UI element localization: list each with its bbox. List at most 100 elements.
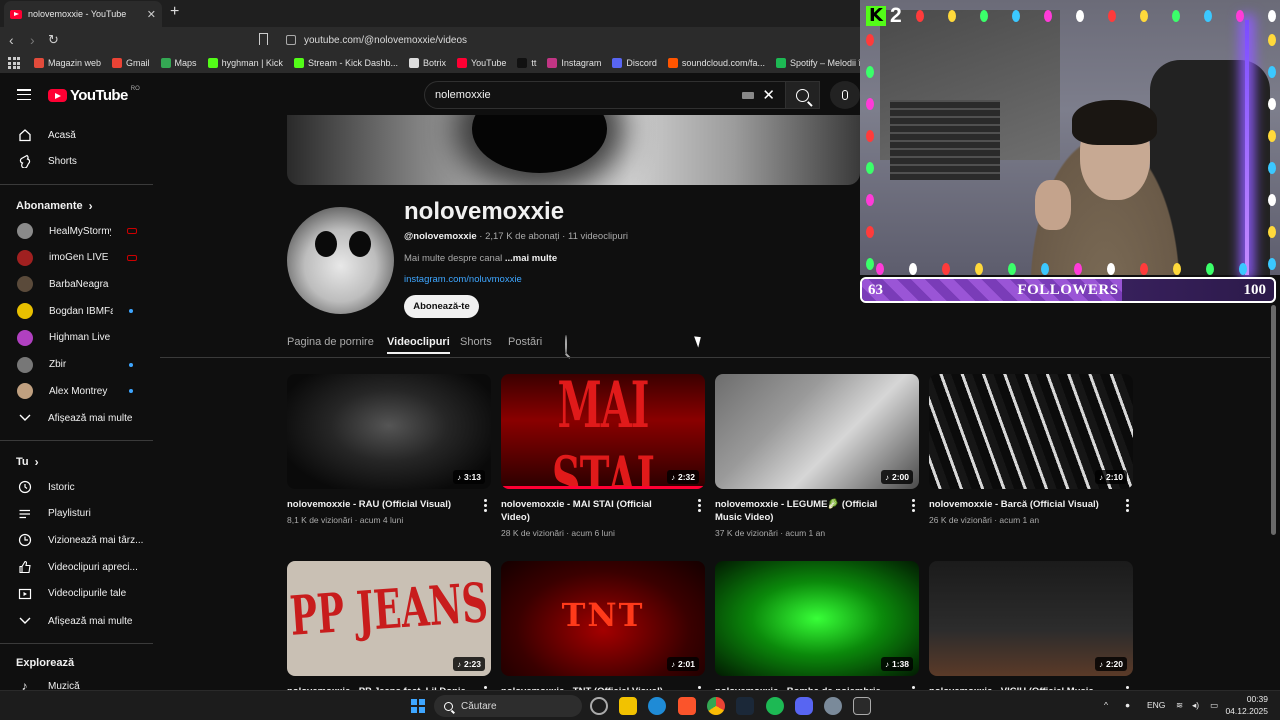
video-thumbnail[interactable]: 2:10 <box>929 374 1133 489</box>
chrome-icon[interactable] <box>707 697 725 715</box>
video-title[interactable]: nolovemoxxie - Barcă (Official Visual) <box>929 498 1133 511</box>
video-title[interactable]: nolovemoxxie - MAI STAI (Official Video) <box>501 498 705 524</box>
forward-arrow-icon[interactable]: › <box>30 32 35 48</box>
video-card[interactable]: PP JEANS2:23nolovemoxxie - PP Jeans feat… <box>287 561 491 702</box>
language-indicator[interactable]: ENG <box>1147 700 1165 710</box>
video-thumbnail[interactable]: 2:00 <box>715 374 919 489</box>
sidebar-item-subscription[interactable]: Zbir <box>0 352 153 378</box>
battery-icon[interactable]: ▭ <box>1210 700 1218 711</box>
bookmark-item[interactable]: Spotify – Melodii în... <box>775 58 874 68</box>
video-card[interactable]: 2:10 nolovemoxxie - Barcă (Official Visua… <box>929 374 1133 525</box>
sidebar-item-watch-later[interactable]: Vizionează mai târz... <box>0 527 153 553</box>
back-arrow-icon[interactable]: ‹ <box>9 32 14 48</box>
system-clock[interactable]: 00:39 04.12.2025 <box>1225 693 1268 717</box>
bookmark-item[interactable]: YouTube <box>456 58 506 68</box>
sidebar-item-subscription[interactable]: Highman Live <box>0 325 153 351</box>
bookmark-item[interactable]: Maps <box>160 58 197 68</box>
bookmark-item[interactable]: Instagram <box>547 58 601 68</box>
microphone-tray-icon[interactable]: ● <box>1125 700 1130 710</box>
bookmark-item[interactable]: Botrix <box>408 58 446 68</box>
address-bar[interactable]: youtube.com/@nolovemoxxie/videos <box>280 30 870 50</box>
video-card[interactable]: 2:00 nolovemoxxie - LEGUME🥬 (Official Mus… <box>715 374 919 538</box>
video-thumbnail[interactable]: 3:13 <box>287 374 491 489</box>
apps-grid-icon[interactable] <box>8 57 20 69</box>
edge-icon[interactable] <box>648 697 666 715</box>
clear-search-icon[interactable]: ✕ <box>762 86 775 104</box>
show-more-subscriptions[interactable]: Afișează mai multe <box>0 405 153 431</box>
browser-tab[interactable]: nolovemoxxie - YouTube ✕ <box>4 1 162 27</box>
site-info-icon[interactable] <box>286 35 296 45</box>
sidebar-item-history[interactable]: Istoric <box>0 474 153 500</box>
more-options-icon[interactable] <box>698 499 701 512</box>
video-thumbnail[interactable]: MAI STAI2:32 <box>501 374 705 489</box>
sidebar-item-playlists[interactable]: Playlisturi <box>0 501 153 527</box>
channel-avatar[interactable] <box>287 207 394 314</box>
sidebar-item-subscription[interactable]: BarbaNeagra <box>0 271 153 297</box>
bookmark-icon[interactable] <box>259 33 268 45</box>
bookmark-item[interactable]: soundcloud.com/fa... <box>667 58 765 68</box>
tab-shorts[interactable]: Shorts <box>460 336 492 348</box>
taskbar-search[interactable]: Căutare <box>434 695 582 717</box>
subscriptions-heading[interactable]: Abonamente › <box>16 199 93 213</box>
menu-icon[interactable] <box>17 89 31 100</box>
sidebar-item-subscription[interactable]: HealMyStormy <box>0 218 153 244</box>
video-thumbnail[interactable]: TNT 2:01 <box>501 561 705 676</box>
discord-icon[interactable] <box>795 697 813 715</box>
sidebar-item-subscription[interactable]: imoGen LIVE ! <box>0 245 153 271</box>
reload-icon[interactable]: ↻ <box>48 32 59 48</box>
page-scrollbar[interactable] <box>1271 305 1276 535</box>
video-card[interactable]: MAI STAI2:32 nolovemoxxie - MAI STAI (Off… <box>501 374 705 538</box>
tab-home[interactable]: Pagina de pornire <box>287 336 374 348</box>
sidebar-item-subscription[interactable]: Alex Montrey <box>0 378 153 404</box>
more-link[interactable]: ...mai multe <box>505 253 557 264</box>
close-tab-icon[interactable]: ✕ <box>147 8 156 21</box>
bookmark-item[interactable]: Stream - Kick Dashb... <box>293 58 398 68</box>
video-thumbnail[interactable]: 1:38 <box>715 561 919 676</box>
voice-search-button[interactable] <box>830 81 860 109</box>
bookmark-item[interactable]: Magazin web <box>34 58 101 68</box>
more-options-icon[interactable] <box>912 499 915 512</box>
sidebar-item-liked[interactable]: Videoclipuri apreci... <box>0 554 153 580</box>
channel-description[interactable]: Mai multe despre canal ...mai multe <box>404 253 557 264</box>
task-view-icon[interactable] <box>590 697 608 715</box>
video-thumbnail[interactable]: PP JEANS 2:23 <box>287 561 491 676</box>
sidebar-item-home[interactable]: Acasă <box>0 122 153 148</box>
search-input[interactable]: nolemoxxie ✕ <box>424 81 786 109</box>
youtube-logo[interactable]: YouTube RO <box>48 86 140 104</box>
tab-posts[interactable]: Postări <box>508 336 542 348</box>
more-options-icon[interactable] <box>484 499 487 512</box>
keyboard-icon[interactable] <box>742 91 755 99</box>
sidebar-item-subscription[interactable]: Bogdan IBMFam... <box>0 298 153 324</box>
file-explorer-icon[interactable] <box>619 697 637 715</box>
sidebar-item-shorts[interactable]: Shorts <box>0 148 153 174</box>
more-options-icon[interactable] <box>1126 499 1129 512</box>
show-more-you[interactable]: Afișează mai multe <box>0 608 153 634</box>
channel-search-button[interactable] <box>565 335 567 354</box>
settings-gear-icon[interactable] <box>824 697 842 715</box>
brave-icon[interactable] <box>678 697 696 715</box>
search-button[interactable] <box>786 81 820 109</box>
bookmark-item[interactable]: Discord <box>612 58 657 68</box>
wifi-icon[interactable]: ≋ <box>1176 700 1183 711</box>
bookmark-item[interactable]: hyghman | Kick <box>207 58 283 68</box>
volume-icon[interactable]: ◂) <box>1192 700 1199 711</box>
video-thumbnail[interactable]: 2:20 <box>929 561 1133 676</box>
tray-overflow-icon[interactable]: ^ <box>1104 700 1108 710</box>
sidebar-item-your-videos[interactable]: Videoclipurile tale <box>0 581 153 607</box>
tab-videos[interactable]: Videoclipuri <box>387 336 450 354</box>
video-card[interactable]: 3:13 nolovemoxxie - RAU (Official Visual)… <box>287 374 491 525</box>
spotify-icon[interactable] <box>766 697 784 715</box>
video-title[interactable]: nolovemoxxie - RAU (Official Visual) <box>287 498 491 511</box>
windows-start-icon[interactable] <box>411 699 425 713</box>
epic-games-icon[interactable] <box>853 697 871 715</box>
bookmark-item[interactable]: tt <box>517 58 536 68</box>
light-bulb <box>1008 263 1016 275</box>
channel-external-link[interactable]: instagram.com/noluvmoxxie <box>404 274 522 285</box>
subscribe-button[interactable]: Abonează-te <box>404 295 479 318</box>
steam-icon[interactable] <box>736 697 754 715</box>
new-tab-icon[interactable]: + <box>170 4 179 20</box>
video-title[interactable]: nolovemoxxie - LEGUME🥬 (Official Music V… <box>715 498 919 524</box>
you-heading[interactable]: Tu › <box>16 455 39 469</box>
video-card[interactable]: TNT2:01nolovemoxxie - TNT (Official Visu… <box>501 561 705 702</box>
bookmark-item[interactable]: Gmail <box>112 58 150 68</box>
